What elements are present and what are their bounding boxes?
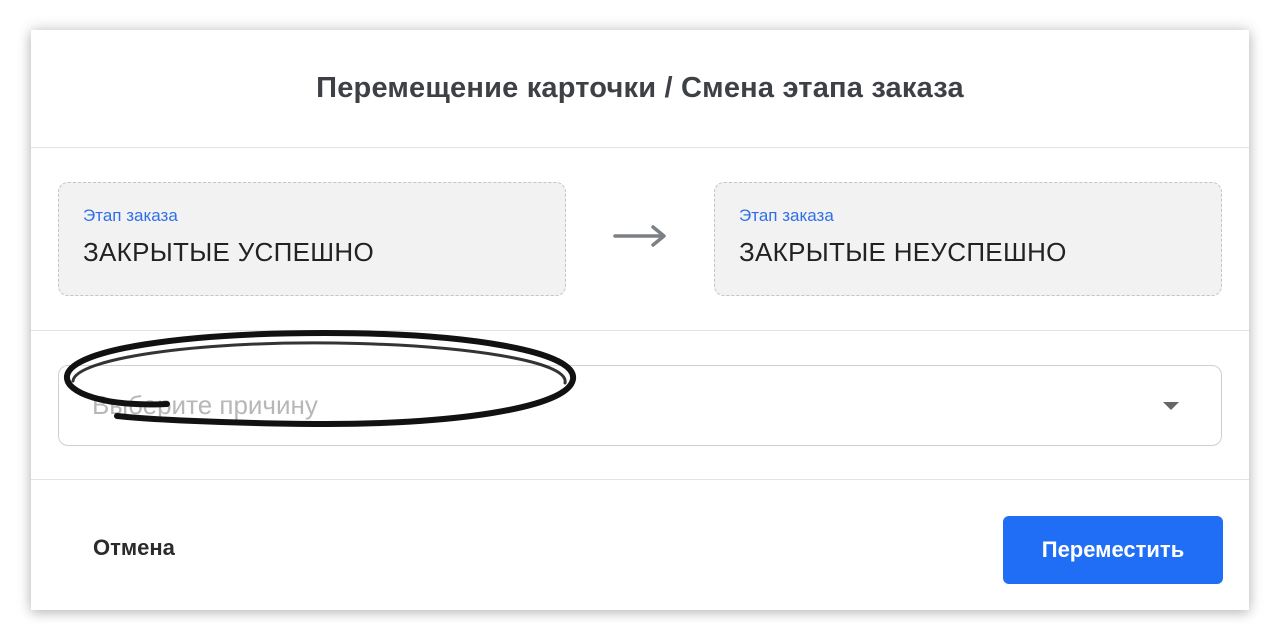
cancel-button[interactable]: Отмена [71, 524, 197, 572]
caret-down-icon[interactable] [1163, 402, 1179, 410]
stage-to-value: ЗАКРЫТЫЕ НЕУСПЕШНО [739, 237, 1067, 267]
arrow-right-icon [613, 225, 666, 247]
move-card-dialog: Перемещение карточки / Смена этапа заказ… [31, 30, 1249, 610]
stage-to-label: Этап заказа [739, 206, 834, 225]
stages-row: Этап заказа ЗАКРЫТЫЕ УСПЕШНО Этап заказа… [31, 148, 1249, 331]
stage-from-label: Этап заказа [83, 206, 178, 225]
stage-to-box: Этап заказа ЗАКРЫТЫЕ НЕУСПЕШНО [714, 182, 1222, 296]
stage-from-value: ЗАКРЫТЫЕ УСПЕШНО [83, 237, 374, 267]
dialog-title: Перемещение карточки / Смена этапа заказ… [316, 72, 964, 104]
move-button[interactable]: Переместить [1003, 516, 1223, 584]
reason-select[interactable]: Выберите причину [58, 365, 1222, 446]
dialog-footer: Отмена Переместить [31, 480, 1249, 610]
reason-row: Выберите причину [31, 330, 1249, 480]
stage-from-box: Этап заказа ЗАКРЫТЫЕ УСПЕШНО [58, 182, 566, 296]
reason-placeholder: Выберите причину [92, 390, 318, 420]
dialog-header: Перемещение карточки / Смена этапа заказ… [31, 30, 1249, 148]
